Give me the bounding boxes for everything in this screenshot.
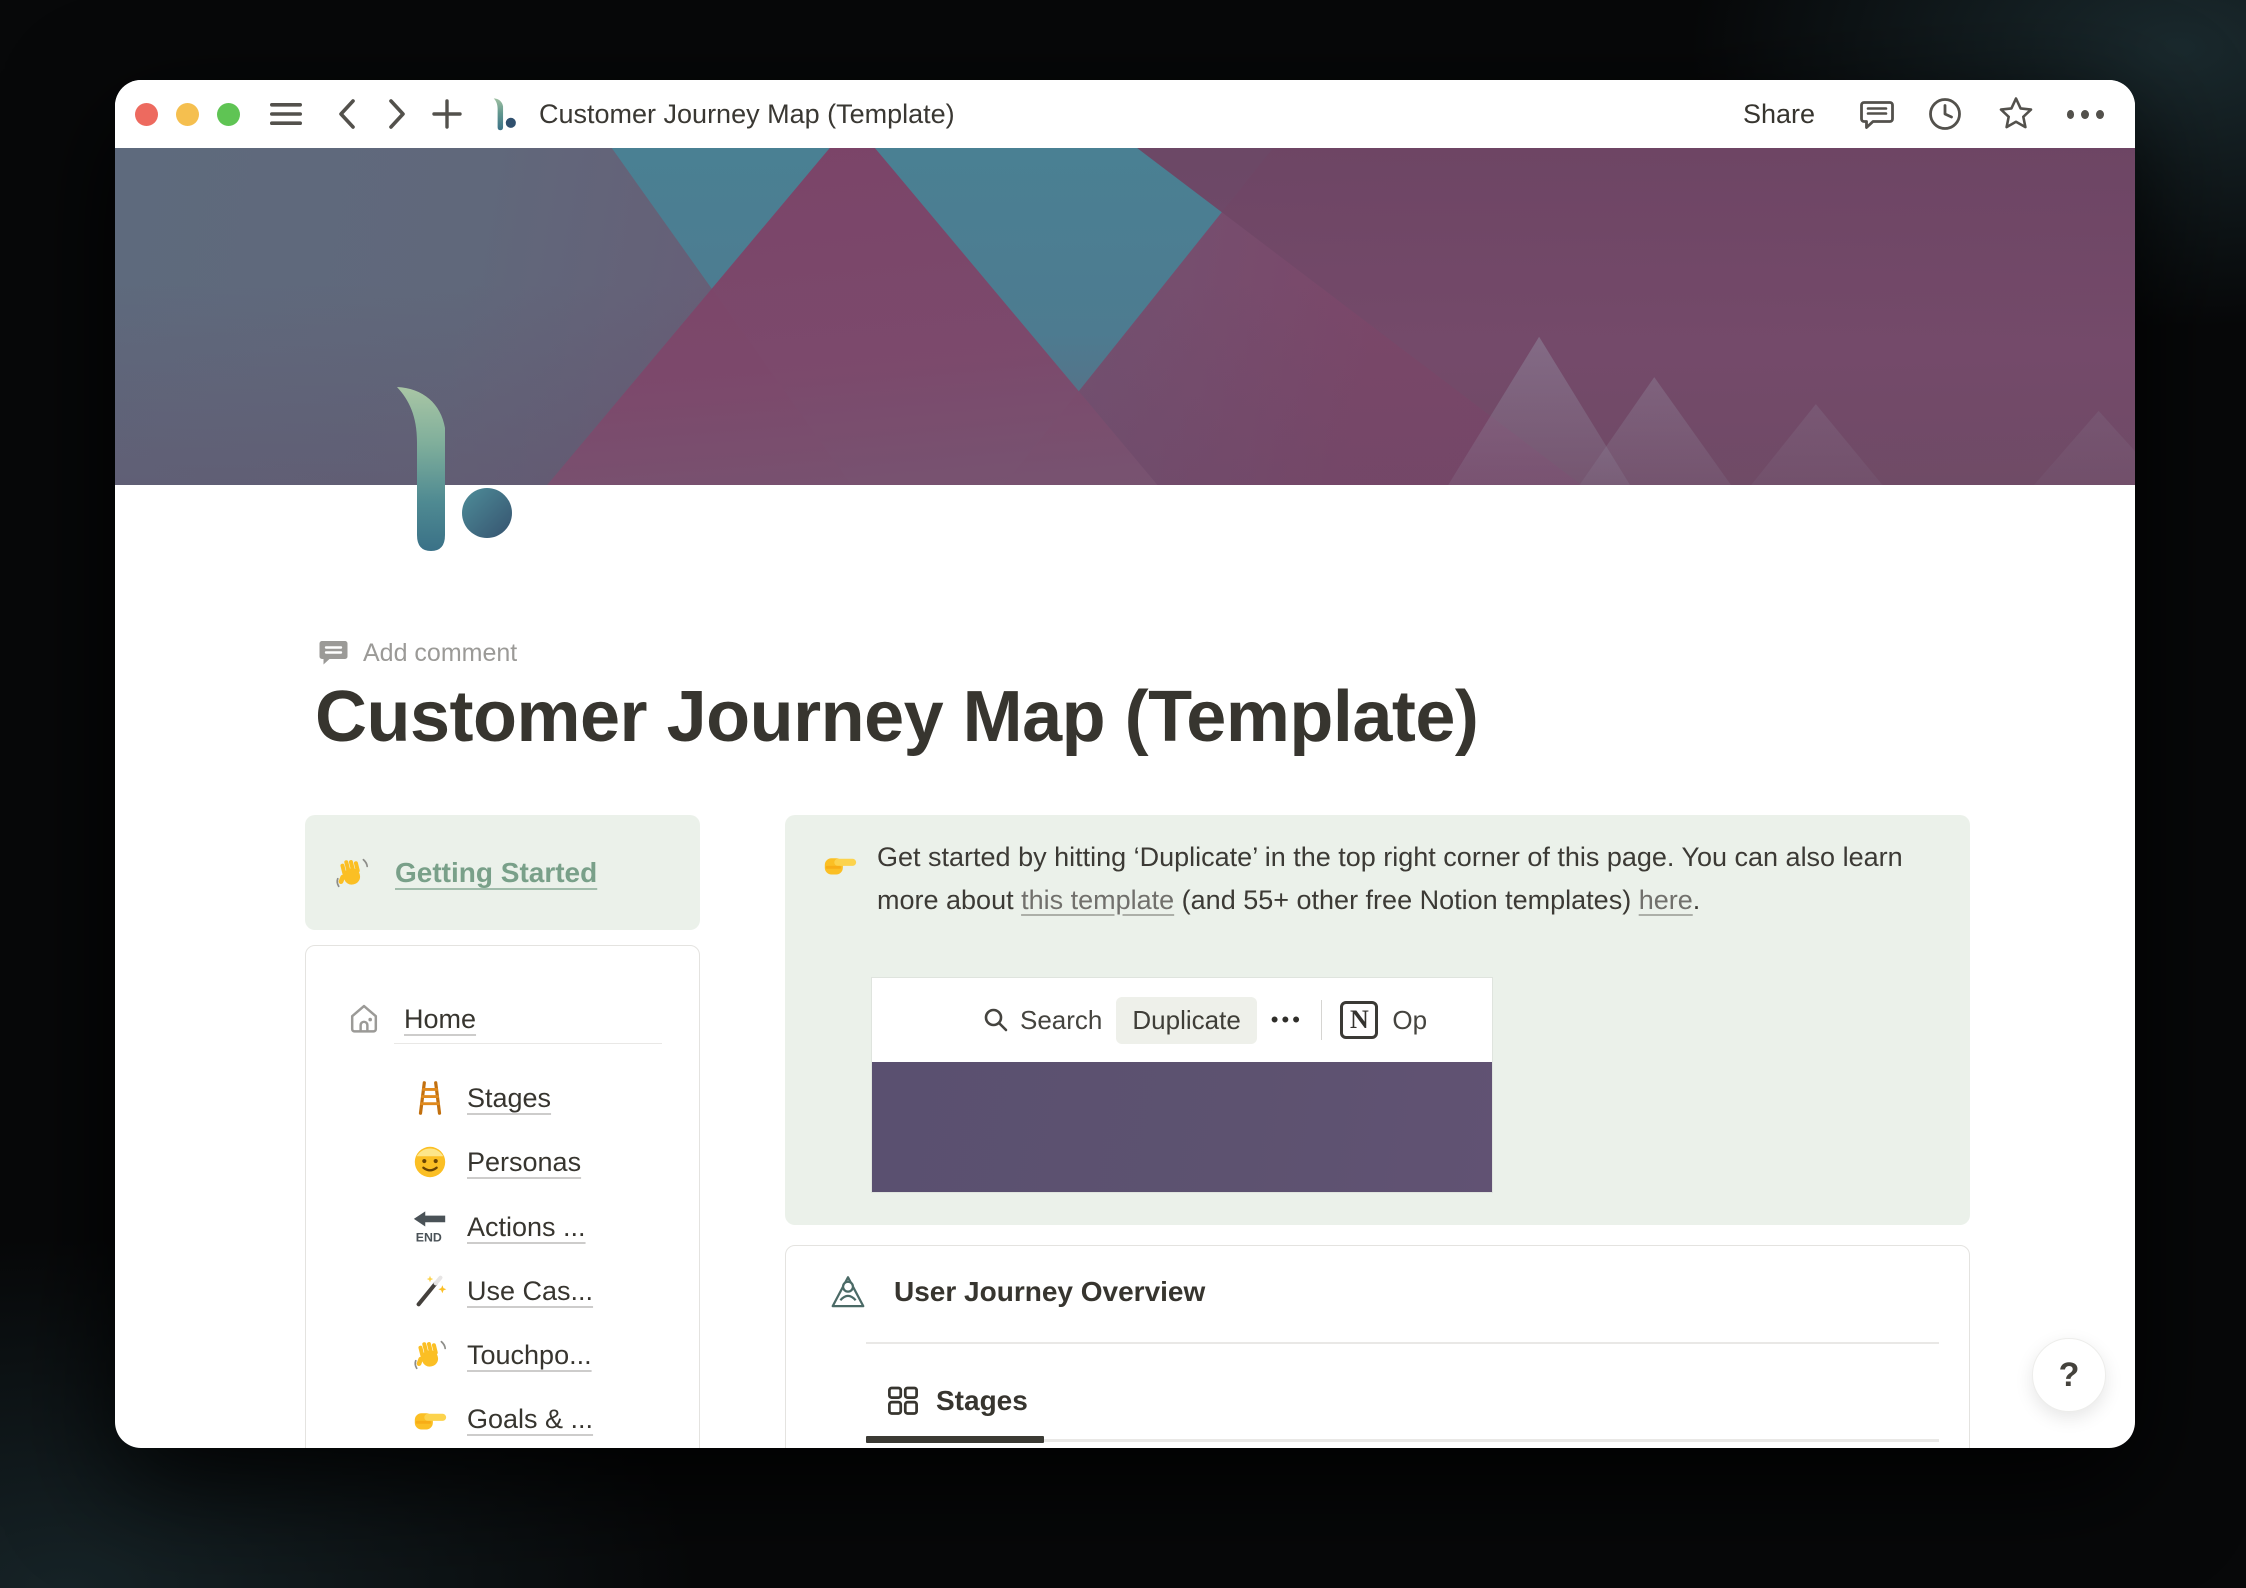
menu-icon[interactable]	[267, 80, 305, 148]
this-template-link[interactable]: this template	[1021, 885, 1174, 915]
nav-item-personas[interactable]: Personas	[411, 1140, 581, 1184]
nav-item-use-cases[interactable]: Use Cas...	[411, 1269, 593, 1313]
smiley-face-emoji	[414, 1146, 446, 1178]
forward-icon[interactable]	[377, 80, 417, 148]
callout-text-part: (and 55+ other free Notion templates)	[1174, 885, 1639, 915]
desktop-backdrop: { "titlebar": { "title": "Customer Journ…	[0, 0, 2246, 1588]
end-arrow-emoji: END	[413, 1211, 446, 1244]
more-ellipsis-icon[interactable]	[2063, 94, 2107, 134]
embed-search-label: Search	[1020, 1004, 1103, 1035]
home-label: Home	[404, 1003, 477, 1034]
comment-bubble-icon	[319, 641, 348, 665]
share-button[interactable]: Share	[1743, 80, 1815, 148]
zoom-window-button[interactable]	[217, 103, 240, 126]
nav-item-touchpoints[interactable]: Touchpo...	[411, 1333, 592, 1377]
tab-stages-label: Stages	[936, 1385, 1028, 1416]
embed-open-label: Op	[1392, 1004, 1428, 1035]
ladder-emoji	[418, 1081, 442, 1115]
tab-bar-track	[1044, 1439, 1939, 1442]
nav-item-label: Personas	[467, 1146, 582, 1177]
help-button[interactable]: ?	[2032, 1338, 2106, 1412]
nav-item-actions[interactable]: END Actions ...	[411, 1205, 586, 1249]
home-link[interactable]: Home	[346, 1001, 476, 1037]
person-triangle-icon	[831, 1276, 865, 1308]
home-icon	[350, 1004, 378, 1033]
callout-text-part: .	[1692, 885, 1701, 915]
overview-divider	[866, 1342, 1939, 1344]
window-title: Customer Journey Map (Template)	[539, 98, 955, 129]
embed-cover-area	[872, 1062, 1492, 1192]
embed-search: Search	[982, 1005, 1102, 1036]
nav-item-stages[interactable]: Stages	[411, 1076, 551, 1120]
notion-window: Customer Journey Map (Template) Share Ad…	[115, 80, 2135, 1448]
favorite-star-icon[interactable]	[1994, 94, 2038, 134]
active-tab-indicator	[866, 1436, 1044, 1443]
pointing-right-emoji	[821, 845, 859, 883]
minimize-window-button[interactable]	[176, 103, 199, 126]
svg-text:END: END	[416, 1230, 442, 1244]
close-window-button[interactable]	[135, 103, 158, 126]
waving-hand-emoji	[336, 858, 369, 887]
embed-divider	[1320, 1000, 1323, 1040]
nav-divider	[394, 1043, 662, 1044]
comment-icon[interactable]	[1855, 94, 1899, 134]
getting-started-link[interactable]: Getting Started	[395, 857, 597, 889]
callout-text: Get started by hitting ‘Duplicate’ in th…	[877, 836, 1917, 922]
embed-duplicate-button: Duplicate	[1116, 996, 1257, 1044]
duplicate-callout: Get started by hitting ‘Duplicate’ in th…	[785, 815, 1970, 1225]
nav-item-label: Goals & ...	[467, 1403, 594, 1434]
home-nav-card: Home Stages Personas END Actions ... Use…	[305, 945, 700, 1448]
user-journey-overview-card: User Journey Overview Stages	[785, 1245, 1970, 1448]
tab-stages[interactable]: Stages	[886, 1384, 1028, 1418]
duplicate-instruction-image[interactable]: Search Duplicate ••• N Op	[872, 978, 1492, 1192]
add-comment-label: Add comment	[363, 639, 518, 667]
waving-hand-emoji	[414, 1340, 447, 1370]
new-tab-icon[interactable]	[427, 80, 467, 148]
page-logo[interactable]	[395, 380, 515, 555]
nav-item-label: Stages	[467, 1082, 552, 1113]
page-title[interactable]: Customer Journey Map (Template)	[315, 676, 2015, 758]
nav-item-label: Use Cas...	[467, 1275, 594, 1306]
embed-topbar: Search Duplicate ••• N Op	[872, 978, 1492, 1062]
search-icon	[984, 1008, 1008, 1032]
history-clock-icon[interactable]	[1923, 94, 1967, 134]
pointing-right-emoji	[414, 1413, 447, 1430]
getting-started-callout: Getting Started	[305, 815, 700, 930]
grid-gallery-icon	[888, 1386, 918, 1415]
nav-item-label: Actions ...	[467, 1211, 586, 1242]
titlebar: Customer Journey Map (Template) Share	[115, 80, 2135, 148]
here-link[interactable]: here	[1639, 885, 1693, 915]
embed-more-ellipsis: •••	[1270, 1007, 1303, 1032]
nav-item-goals[interactable]: Goals & ...	[411, 1397, 593, 1441]
back-icon[interactable]	[327, 80, 367, 148]
nav-item-label: Touchpo...	[467, 1339, 592, 1370]
overview-title: User Journey Overview	[894, 1276, 1206, 1307]
notion-logo-icon: N	[1340, 1001, 1379, 1039]
app-logo-icon	[487, 80, 523, 148]
add-comment-button[interactable]: Add comment	[318, 638, 517, 669]
magic-wand-emoji	[416, 1275, 447, 1307]
